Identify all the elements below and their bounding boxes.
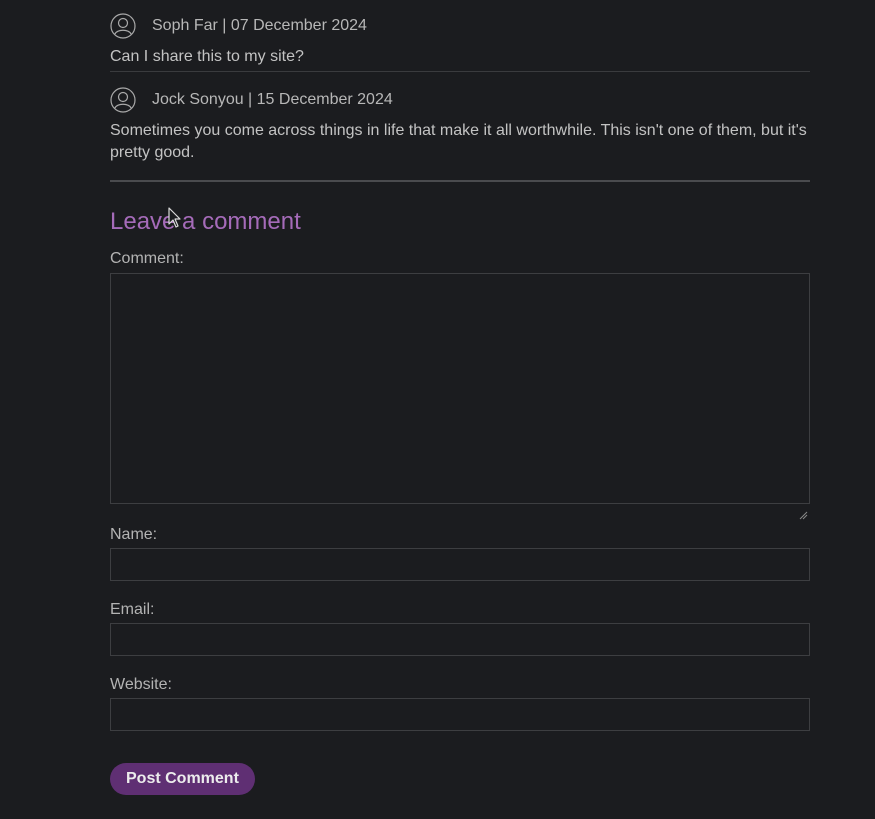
comment-meta: Jock Sonyou | 15 December 2024 [152, 91, 393, 108]
name-label: Name: [110, 526, 158, 543]
website-label: Website: [110, 676, 172, 693]
form-title: Leave a comment [110, 208, 301, 235]
email-label: Email: [110, 601, 155, 618]
comment-header: Soph Far | 07 December 2024 [110, 12, 810, 40]
comment-textarea[interactable] [110, 273, 810, 504]
comment-text: Can I share this to my site? [110, 48, 304, 65]
comment-meta: Soph Far | 07 December 2024 [152, 17, 367, 34]
resize-grip-icon[interactable] [798, 507, 808, 520]
website-field[interactable] [110, 698, 810, 731]
comment-item: Jock Sonyou | 15 December 2024 Sometimes… [110, 72, 810, 182]
post-comment-button[interactable]: Post Comment [110, 763, 255, 795]
mouse-pointer-icon [168, 207, 182, 229]
comments-section: Soph Far | 07 December 2024 Can I share … [110, 0, 810, 795]
user-avatar-icon [110, 13, 136, 39]
name-field[interactable] [110, 548, 810, 581]
comment-text: Sometimes you come across things in life… [110, 122, 807, 161]
comment-form: Leave a comment Comment: Name: Email: We… [110, 208, 810, 795]
comment-label: Comment: [110, 250, 184, 267]
user-avatar-icon [110, 87, 136, 113]
email-field[interactable] [110, 623, 810, 656]
comment-header: Jock Sonyou | 15 December 2024 [110, 86, 810, 114]
comment-item: Soph Far | 07 December 2024 Can I share … [110, 0, 810, 72]
